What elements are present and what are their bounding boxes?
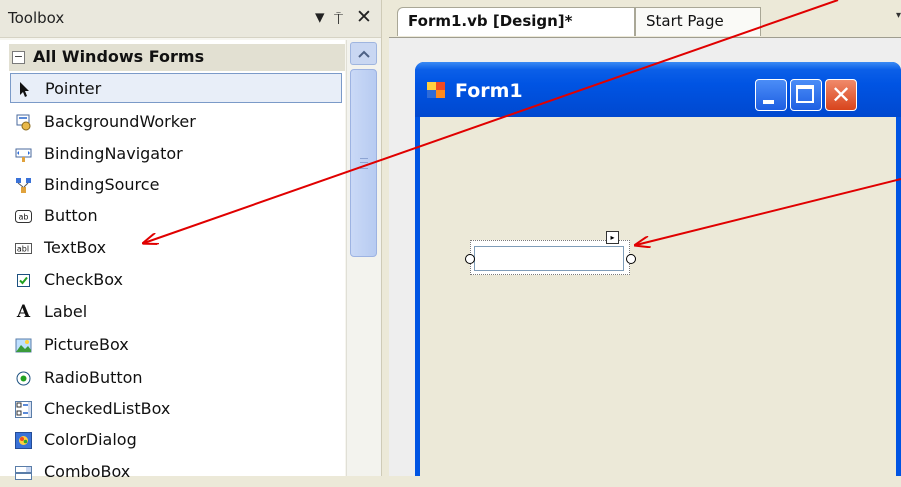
svg-text:ab: ab (19, 213, 29, 222)
toolbox-item-textbox[interactable]: abl TextBox (10, 233, 342, 263)
toolbox-item-bindingnavigator[interactable]: BindingNavigator (10, 139, 342, 169)
toolbox-item-button[interactable]: ab Button (10, 201, 342, 231)
maximize-icon (796, 85, 814, 103)
checkbox-icon (15, 272, 32, 289)
toolbox-item-checkbox[interactable]: CheckBox (10, 265, 342, 295)
scroll-up-button[interactable] (350, 42, 377, 65)
bindingsource-icon (15, 177, 32, 194)
toolbox-header: Toolbox ▾ ⍑ ✕ (0, 0, 381, 38)
toolbox-item-label: Label (44, 302, 88, 321)
close-button[interactable]: ✕ (825, 79, 857, 111)
toolbox-title: Toolbox (8, 9, 65, 27)
minimize-button[interactable] (755, 79, 787, 111)
colordialog-icon (15, 432, 32, 449)
toolbox-panel: Toolbox ▾ ⍑ ✕ − All Windows Forms Pointe… (0, 0, 381, 481)
toolbox-item-label: BackgroundWorker (44, 112, 196, 131)
category-label: All Windows Forms (33, 47, 205, 66)
grip-icon (360, 158, 368, 169)
toolbox-item-label: Pointer (45, 79, 102, 98)
label-icon: A (16, 302, 31, 322)
toolbox-item-label: RadioButton (44, 368, 143, 387)
bindingnavigator-icon (15, 146, 32, 163)
window-position-dropdown-icon[interactable]: ▾ (315, 6, 325, 28)
resize-handle-left[interactable] (465, 254, 475, 264)
minimize-icon (763, 100, 774, 104)
toolbox-item-label: ComboBox (44, 462, 131, 481)
toolbox-item-checkedlistbox[interactable]: CheckedListBox (10, 394, 342, 424)
form-app-icon (427, 82, 445, 98)
toolbox-item-backgroundworker[interactable]: BackgroundWorker (10, 107, 342, 137)
document-tab-strip: Form1.vb [Design]* Start Page ▾ (389, 0, 901, 38)
toolbox-item-label: ColorDialog (44, 430, 137, 449)
radiobutton-icon (15, 370, 32, 387)
close-toolbox-icon[interactable]: ✕ (356, 6, 372, 28)
auto-hide-pin-icon[interactable]: ⍑ (334, 8, 343, 30)
toolbox-item-picturebox[interactable]: PictureBox (10, 330, 342, 360)
scroll-thumb[interactable] (350, 69, 377, 257)
toolbox-item-label[interactable]: A Label (10, 297, 342, 327)
toolbox-item-label: Button (44, 206, 98, 225)
form-client-area[interactable] (420, 117, 896, 476)
toolbox-item-label: CheckedListBox (44, 399, 171, 418)
toolbox-item-radiobutton[interactable]: RadioButton (10, 363, 342, 393)
toolbox-item-label: TextBox (44, 238, 107, 257)
tab-start-page[interactable]: Start Page (635, 7, 761, 36)
tab-overflow-dropdown-icon[interactable]: ▾ (896, 10, 901, 21)
toolbox-item-label: PictureBox (44, 335, 129, 354)
textbox-icon: abl (15, 240, 32, 257)
tab-form1-design[interactable]: Form1.vb [Design]* (397, 7, 635, 36)
toolbox-item-label: BindingSource (44, 175, 160, 194)
button-icon: ab (15, 208, 32, 225)
form-title: Form1 (455, 80, 523, 102)
picturebox-icon (15, 337, 32, 354)
collapse-icon[interactable]: − (12, 51, 25, 64)
toolbox-scrollbar[interactable] (346, 40, 381, 476)
toolbox-item-label: CheckBox (44, 270, 123, 289)
toolbox-item-pointer[interactable]: Pointer (10, 73, 342, 103)
close-icon: ✕ (830, 81, 852, 109)
smart-tag-icon[interactable]: ▸ (606, 231, 619, 244)
textbox-field[interactable] (474, 246, 624, 271)
checkedlistbox-icon (15, 401, 32, 418)
maximize-button[interactable] (790, 79, 822, 111)
backgroundworker-icon (15, 114, 32, 131)
toolbox-item-colordialog[interactable]: ColorDialog (10, 425, 342, 455)
form-titlebar[interactable]: Form1 ✕ (415, 62, 901, 117)
textbox-control[interactable] (470, 240, 630, 275)
toolbox-item-label: BindingNavigator (44, 144, 183, 163)
toolbox-item-bindingsource[interactable]: BindingSource (10, 170, 342, 200)
svg-text:abl: abl (17, 245, 29, 254)
resize-handle-right[interactable] (626, 254, 636, 264)
pointer-icon (16, 81, 33, 98)
toolbox-item-combobox[interactable]: ComboBox (10, 457, 342, 487)
combobox-icon (15, 464, 32, 481)
category-all-windows-forms[interactable]: − All Windows Forms (9, 44, 345, 71)
